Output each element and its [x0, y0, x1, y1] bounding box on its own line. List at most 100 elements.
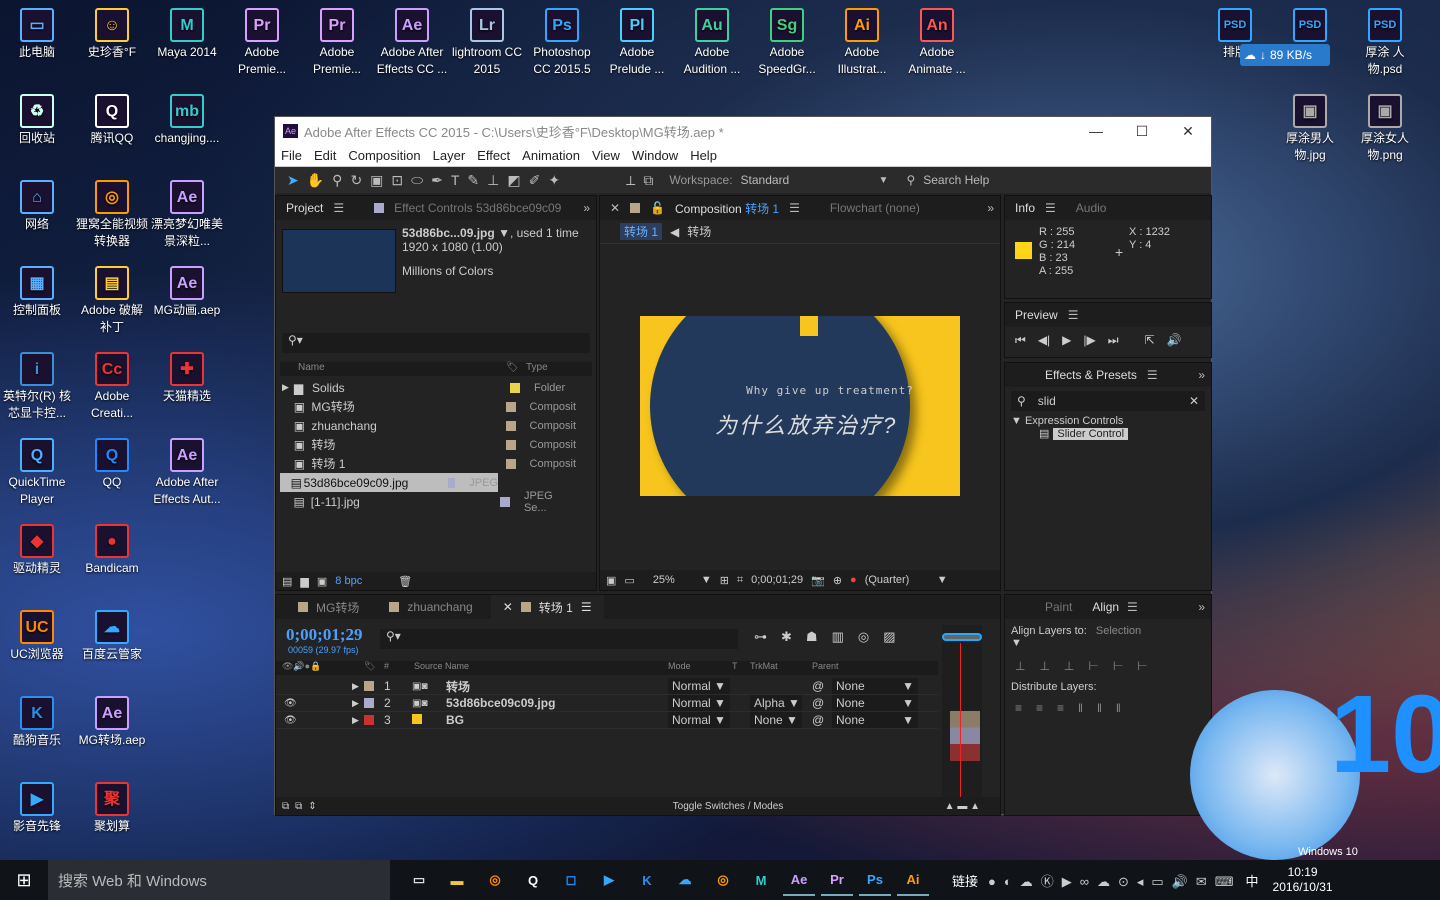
composition-viewer[interactable]: Why give up treatment? 为什么放弃治疗?	[640, 316, 960, 496]
hand-tool-icon[interactable]: ✋	[307, 172, 324, 189]
layer-name[interactable]: 53d86bce09c09.jpg	[446, 696, 555, 710]
tab-effect-controls[interactable]: Effect Controls 53d86bce09c09	[394, 201, 561, 215]
start-button[interactable]: ⊞	[0, 870, 48, 891]
channel-icon[interactable]: ⊕	[833, 574, 842, 587]
tab-flowchart[interactable]: Flowchart (none)	[830, 201, 920, 215]
layer-row[interactable]: 👁 ▶ 2 ▣◙ 53d86bce09c09.jpg Normal ▼ Alpha …	[276, 695, 938, 712]
tab-audio[interactable]: Audio	[1076, 201, 1107, 215]
toggle-switches-modes-button[interactable]: Toggle Switches / Modes	[673, 801, 784, 812]
desktop-icon[interactable]: ▣ 厚涂女人物.png	[1348, 94, 1422, 164]
bit-depth-button[interactable]: 8 bpc	[335, 575, 362, 587]
roto-tool-icon[interactable]: ✐	[529, 172, 541, 189]
timeline-search-input[interactable]: ⚲▾	[380, 629, 738, 649]
tab-align[interactable]: Align	[1092, 600, 1119, 614]
desktop-icon[interactable]: ⌂ 网络	[0, 180, 74, 233]
taskbar-app-icon[interactable]: ▶	[593, 864, 625, 896]
desktop-icon[interactable]: Ps Photoshop CC 2015.5	[525, 8, 599, 78]
panel-menu-icon[interactable]: ☰	[1147, 368, 1158, 382]
last-frame-icon[interactable]: ⏭	[1108, 333, 1119, 348]
interpret-footage-icon[interactable]: ▤	[282, 575, 292, 588]
clear-search-icon[interactable]: ✕	[1189, 394, 1199, 408]
overflow-icon[interactable]: »	[583, 201, 590, 215]
rotate-tool-icon[interactable]: ↻	[350, 172, 362, 189]
tab-preview[interactable]: Preview	[1015, 308, 1058, 322]
expand-icon[interactable]: ▶	[352, 715, 359, 726]
current-time-indicator[interactable]	[960, 643, 961, 799]
mode-dropdown[interactable]: Normal ▼	[668, 678, 730, 694]
label-column-icon[interactable]: 🏷	[506, 362, 519, 373]
desktop-icon[interactable]: Cc Adobe Creati...	[75, 352, 149, 422]
desktop-icon[interactable]: Ae MG转场.aep	[75, 696, 149, 749]
project-item[interactable]: ▣ 转场 1 Composit	[280, 454, 576, 473]
lock-icon[interactable]: 🔓	[650, 201, 665, 215]
project-item[interactable]: ▤ [1-11].jpg JPEG Se...	[280, 490, 576, 514]
mode-dropdown[interactable]: Normal ▼	[668, 712, 730, 728]
desktop-icon[interactable]: mb changjing....	[150, 94, 224, 147]
panel-menu-icon[interactable]: ☰	[789, 201, 800, 215]
trkmat-dropdown[interactable]: Alpha ▼	[750, 695, 802, 711]
taskbar-app-icon[interactable]: ▭	[403, 864, 435, 896]
snapping-icon[interactable]: ⧉	[643, 172, 653, 189]
layer-row[interactable]: ▶ 1 ▣◙ 转场 Normal ▼ @ None ▼	[276, 678, 938, 695]
desktop-icon[interactable]: ▭ 此电脑	[0, 8, 74, 61]
loop-icon[interactable]: ⇱	[1145, 333, 1155, 348]
maximize-button[interactable]: ☐	[1119, 117, 1165, 145]
desktop-icon[interactable]: Lr lightroom CC 2015	[450, 8, 524, 78]
pick-whip-icon[interactable]: @	[812, 679, 824, 693]
desktop-icon[interactable]: Pr Adobe Premie...	[225, 8, 299, 78]
timeline-tab[interactable]: zhuanchang	[377, 595, 484, 619]
chevron-down-icon[interactable]: ▼	[937, 574, 948, 586]
camera-tool-icon[interactable]: ▣	[370, 172, 383, 189]
column-name[interactable]: Name	[298, 362, 325, 373]
desktop-icon[interactable]: ● Bandicam	[75, 524, 149, 577]
project-item[interactable]: ▣ zhuanchang Composit	[280, 416, 576, 435]
tab-info[interactable]: Info	[1015, 201, 1035, 215]
taskbar-app-icon[interactable]: ▬	[441, 864, 473, 896]
menu-view[interactable]: View	[592, 148, 620, 163]
desktop-icon[interactable]: M Maya 2014	[150, 8, 224, 61]
visibility-icon[interactable]: 👁	[284, 715, 297, 726]
desktop-icon[interactable]: ☺ 史珍香°F	[75, 8, 149, 61]
desktop-icon[interactable]: ✚ 天猫精选	[150, 352, 224, 405]
chevron-down-icon[interactable]: ▼	[879, 175, 889, 186]
panel-menu-icon[interactable]: ☰	[333, 201, 344, 215]
desktop-icon[interactable]: Ae MG动画.aep	[150, 266, 224, 319]
desktop-icon[interactable]: Ai Adobe Illustrat...	[825, 8, 899, 78]
desktop-icon[interactable]: Au Adobe Audition ...	[675, 8, 749, 78]
play-icon[interactable]: ▶	[1062, 333, 1071, 348]
zoom-tool-icon[interactable]: ⚲	[332, 172, 342, 189]
project-item[interactable]: ▤ 53d86bce09c09.jpg JPEG	[280, 473, 498, 492]
timeline-tab[interactable]: MG转场	[286, 595, 371, 619]
brush-tool-icon[interactable]: ✎	[467, 172, 479, 189]
clock[interactable]: 10:19 2016/10/31	[1273, 865, 1333, 895]
desktop-icon[interactable]: PSD 厚涂 人物.psd	[1348, 8, 1422, 78]
selection-tool-icon[interactable]: ➤	[287, 172, 299, 189]
time-ruler[interactable]	[942, 625, 982, 801]
taskbar-app-icon[interactable]: Ai	[897, 864, 929, 896]
ime-indicator[interactable]: 中	[1246, 871, 1259, 890]
type-tool-icon[interactable]: T	[451, 172, 460, 188]
desktop-icon[interactable]: ◆ 驱动精灵	[0, 524, 74, 577]
timeline-tab[interactable]: ✕ 转场 1 ☰	[490, 595, 604, 619]
taskbar-app-icon[interactable]: Pr	[821, 864, 853, 896]
system-tray-icons[interactable]: ●◐☁Ⓚ▶∞☁⊙◂▭🔊✉⌨	[988, 871, 1242, 890]
category-expression-controls[interactable]: ▼ Expression Controls	[1005, 415, 1211, 427]
desktop-icon[interactable]: ▤ Adobe 破解补丁	[75, 266, 149, 336]
draft-3d-icon[interactable]: ✱	[781, 629, 792, 645]
work-area-bar[interactable]	[942, 633, 982, 641]
expand-icon[interactable]: ▶	[352, 681, 359, 692]
menu-edit[interactable]: Edit	[314, 148, 336, 163]
minimize-button[interactable]: —	[1073, 117, 1119, 145]
menu-window[interactable]: Window	[632, 148, 678, 163]
new-comp-icon[interactable]: ▣	[317, 575, 327, 588]
net-speed-widget[interactable]: ☁ ↓ 89 KB/s	[1240, 44, 1330, 66]
distribute-buttons[interactable]: ≡≡≡‖‖‖	[1005, 697, 1211, 719]
desktop-icon[interactable]: Pr Adobe Premie...	[300, 8, 374, 78]
trkmat-dropdown[interactable]: None ▼	[750, 712, 802, 728]
desktop-icon[interactable]: Q QuickTime Player	[0, 438, 74, 508]
desktop-icon[interactable]: ▦ 控制面板	[0, 266, 74, 319]
panel-menu-icon[interactable]: ☰	[1068, 308, 1079, 322]
align-to-dropdown[interactable]: Selection	[1096, 625, 1196, 637]
project-search-input[interactable]: ⚲▾	[282, 333, 590, 353]
breadcrumb-active[interactable]: 转场 1	[620, 223, 663, 240]
